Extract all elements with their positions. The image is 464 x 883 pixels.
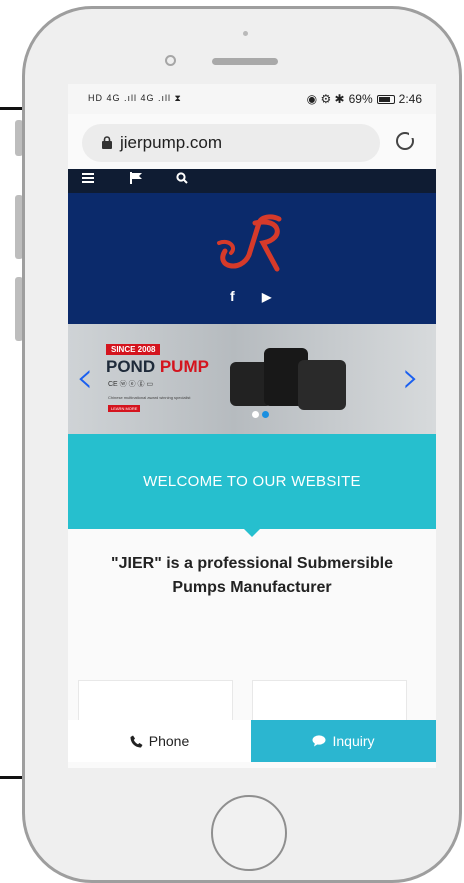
- phone-icon: [130, 735, 143, 747]
- welcome-band: WELCOME TO OUR WEBSITE: [68, 434, 436, 529]
- pump-image-3: [298, 360, 346, 410]
- home-button[interactable]: [211, 795, 287, 871]
- banner-title-a: POND: [106, 357, 160, 376]
- welcome-pointer: [243, 528, 261, 537]
- banner-title-b: PUMP: [159, 357, 209, 376]
- battery-icon: [376, 94, 395, 104]
- hero-header: f ▶: [68, 193, 436, 324]
- since-badge: SINCE 2008: [106, 344, 161, 355]
- banner-title: POND PUMP: [106, 357, 209, 377]
- front-camera: [165, 55, 176, 66]
- status-right-group: ◉ ⚙ ✱ 69% 2:46: [307, 92, 422, 106]
- carousel-prev-icon[interactable]: ‹: [76, 352, 94, 403]
- frame-line-bottom: [0, 776, 24, 779]
- inquiry-label: Inquiry: [332, 733, 375, 749]
- banner-learn-more[interactable]: LEARN MORE: [108, 405, 141, 412]
- inquiry-button[interactable]: Inquiry: [251, 720, 436, 762]
- hero-carousel[interactable]: SINCE 2008 POND PUMP CE ⓦ ⓔ ⓖ ▭ Chinese …: [68, 324, 436, 434]
- phone-screen: HD 4G .ıll 4G .ıll ⧗ ◉ ⚙ ✱ 69% 2:46 jier…: [68, 84, 436, 768]
- phone-button[interactable]: Phone: [68, 720, 251, 762]
- cert-logos: CE ⓦ ⓔ ⓖ ▭: [108, 381, 154, 388]
- chat-bubble-icon: [312, 735, 326, 747]
- frame-line-top: [0, 107, 24, 110]
- address-bar[interactable]: jierpump.com: [82, 124, 380, 162]
- bottom-action-bar: Phone Inquiry: [68, 720, 436, 762]
- facebook-icon[interactable]: f: [230, 288, 235, 304]
- status-icons: ◉ ⚙ ✱: [306, 92, 345, 106]
- reload-icon[interactable]: [396, 132, 415, 150]
- site-nav-bar: [68, 169, 436, 193]
- carousel-dot-1[interactable]: [252, 411, 259, 418]
- status-bar: HD 4G .ıll 4G .ıll ⧗ ◉ ⚙ ✱ 69% 2:46: [68, 84, 436, 114]
- banner-subtext: Chinese multinational award winning spec…: [108, 395, 191, 400]
- lock-icon: [102, 136, 112, 152]
- earpiece-speaker: [212, 58, 278, 65]
- proximity-sensor: [243, 31, 248, 36]
- url-text: jierpump.com: [120, 133, 223, 152]
- jier-logo[interactable]: [215, 213, 289, 275]
- youtube-icon[interactable]: ▶: [262, 290, 271, 304]
- search-icon[interactable]: [176, 172, 188, 187]
- intro-text: "JIER" is a professional Submersible Pum…: [111, 555, 393, 596]
- flag-icon[interactable]: [130, 172, 143, 187]
- phone-label: Phone: [148, 733, 190, 749]
- clock: 2:46: [398, 92, 422, 106]
- welcome-title: WELCOME TO OUR WEBSITE: [143, 473, 361, 490]
- menu-icon[interactable]: [82, 172, 94, 187]
- battery-percent: 69%: [348, 92, 373, 106]
- carousel-dot-2[interactable]: [262, 411, 269, 418]
- signal-indicators: HD 4G .ıll 4G .ıll ⧗: [88, 93, 182, 103]
- carousel-next-icon[interactable]: ›: [402, 352, 420, 403]
